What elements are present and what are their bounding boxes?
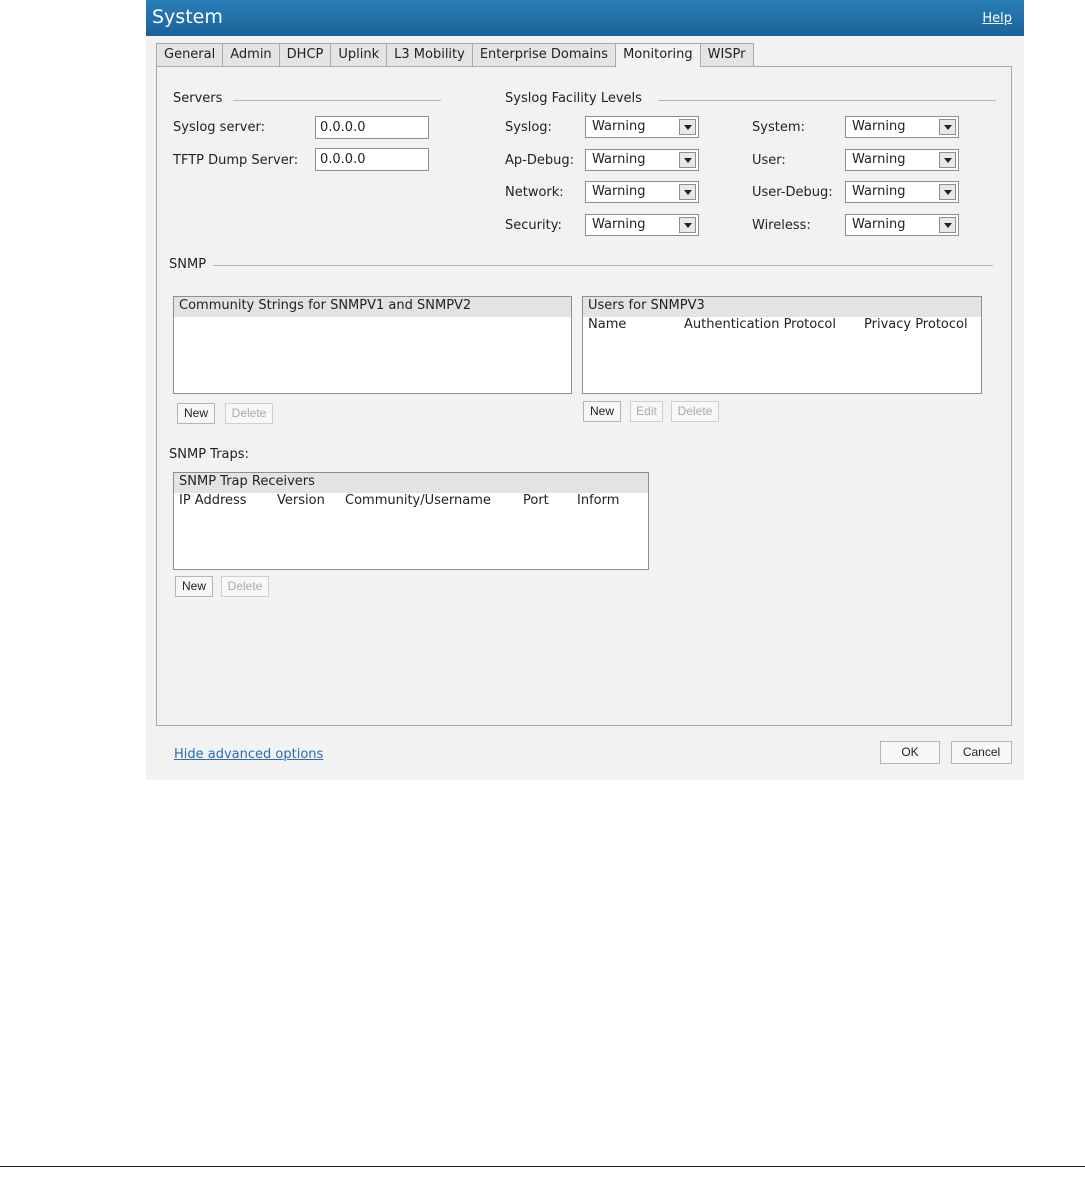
chevron-down-icon[interactable]	[939, 217, 956, 233]
chevron-down-icon[interactable]	[679, 217, 696, 233]
tab-general[interactable]: General	[156, 43, 223, 67]
syslog-levels-section-title: Syslog Facility Levels	[505, 91, 642, 106]
help-link[interactable]: Help	[982, 11, 1012, 26]
servers-divider	[233, 100, 441, 101]
tftp-dump-server-input[interactable]	[315, 148, 429, 171]
user-debug-level-label: User-Debug:	[752, 185, 833, 200]
system-level-select[interactable]: Warning	[845, 116, 959, 138]
chevron-down-icon[interactable]	[939, 184, 956, 200]
user-debug-level-value: Warning	[852, 184, 906, 199]
security-level-select[interactable]: Warning	[585, 214, 699, 236]
servers-section-title: Servers	[173, 91, 223, 106]
tab-l3-mobility[interactable]: L3 Mobility	[386, 43, 472, 67]
snmpv3-users-header: Users for SNMPV3	[583, 297, 981, 317]
network-level-label: Network:	[505, 185, 564, 200]
tab-uplink[interactable]: Uplink	[330, 43, 387, 67]
column-privacy-protocol: Privacy Protocol	[864, 317, 968, 332]
column-auth-protocol: Authentication Protocol	[684, 317, 836, 332]
ap-debug-level-label: Ap-Debug:	[505, 153, 574, 168]
trap-receivers-list[interactable]: SNMP Trap Receivers IP Address Version C…	[173, 472, 649, 570]
chevron-down-icon[interactable]	[679, 152, 696, 168]
tab-monitoring[interactable]: Monitoring	[615, 43, 700, 68]
security-level-value: Warning	[592, 217, 646, 232]
snmpv3-new-button[interactable]: New	[583, 401, 621, 422]
system-level-label: System:	[752, 120, 805, 135]
syslog-level-value: Warning	[592, 119, 646, 134]
snmp-traps-title: SNMP Traps:	[169, 447, 249, 462]
chevron-down-icon[interactable]	[939, 119, 956, 135]
column-community-username: Community/Username	[345, 493, 491, 508]
community-new-button[interactable]: New	[177, 403, 215, 424]
trap-receivers-header: SNMP Trap Receivers	[174, 473, 648, 493]
page-divider	[0, 1166, 1085, 1167]
community-delete-button[interactable]: Delete	[225, 403, 273, 424]
community-strings-header: Community Strings for SNMPV1 and SNMPV2	[174, 297, 571, 317]
syslog-server-input[interactable]	[315, 116, 429, 139]
user-level-label: User:	[752, 153, 786, 168]
snmpv3-delete-button[interactable]: Delete	[671, 401, 719, 422]
ap-debug-level-value: Warning	[592, 152, 646, 167]
title-bar: System Help	[146, 0, 1024, 36]
network-level-value: Warning	[592, 184, 646, 199]
snmpv3-columns: Name Authentication Protocol Privacy Pro…	[583, 317, 981, 337]
syslog-level-label: Syslog:	[505, 120, 552, 135]
chevron-down-icon[interactable]	[939, 152, 956, 168]
column-name: Name	[588, 317, 627, 332]
community-strings-list[interactable]: Community Strings for SNMPV1 and SNMPV2	[173, 296, 572, 394]
syslog-server-label: Syslog server:	[173, 120, 265, 135]
chevron-down-icon[interactable]	[679, 119, 696, 135]
wireless-level-label: Wireless:	[752, 218, 811, 233]
snmpv3-users-list[interactable]: Users for SNMPV3 Name Authentication Pro…	[582, 296, 982, 394]
user-debug-level-select[interactable]: Warning	[845, 181, 959, 203]
system-dialog: System Help General Admin DHCP Uplink L3…	[146, 0, 1024, 780]
ok-button[interactable]: OK	[880, 741, 940, 764]
user-level-select[interactable]: Warning	[845, 149, 959, 171]
column-port: Port	[523, 493, 549, 508]
snmp-section-title: SNMP	[169, 257, 207, 272]
security-level-label: Security:	[505, 218, 562, 233]
column-ip-address: IP Address	[179, 493, 247, 508]
wireless-level-value: Warning	[852, 217, 906, 232]
wireless-level-select[interactable]: Warning	[845, 214, 959, 236]
trap-delete-button[interactable]: Delete	[221, 576, 269, 597]
tab-wispr[interactable]: WISPr	[699, 43, 754, 67]
hide-advanced-options-link[interactable]: Hide advanced options	[174, 747, 323, 762]
monitoring-panel: Servers Syslog server: TFTP Dump Server:…	[156, 66, 1012, 726]
network-level-select[interactable]: Warning	[585, 181, 699, 203]
chevron-down-icon[interactable]	[679, 184, 696, 200]
snmpv3-edit-button[interactable]: Edit	[630, 401, 663, 422]
tftp-dump-server-label: TFTP Dump Server:	[173, 153, 299, 168]
ap-debug-level-select[interactable]: Warning	[585, 149, 699, 171]
tab-bar: General Admin DHCP Uplink L3 Mobility En…	[156, 43, 754, 68]
column-version: Version	[277, 493, 325, 508]
cancel-button[interactable]: Cancel	[951, 741, 1012, 764]
syslog-levels-divider	[658, 100, 996, 101]
column-inform: Inform	[577, 493, 620, 508]
dialog-title: System	[152, 6, 223, 28]
trap-receivers-columns: IP Address Version Community/Username Po…	[174, 493, 648, 513]
trap-new-button[interactable]: New	[175, 576, 213, 597]
system-level-value: Warning	[852, 119, 906, 134]
snmp-divider	[213, 265, 993, 266]
tab-enterprise-domains[interactable]: Enterprise Domains	[471, 43, 616, 67]
syslog-level-select[interactable]: Warning	[585, 116, 699, 138]
user-level-value: Warning	[852, 152, 906, 167]
tab-admin[interactable]: Admin	[222, 43, 279, 67]
tab-dhcp[interactable]: DHCP	[278, 43, 331, 67]
